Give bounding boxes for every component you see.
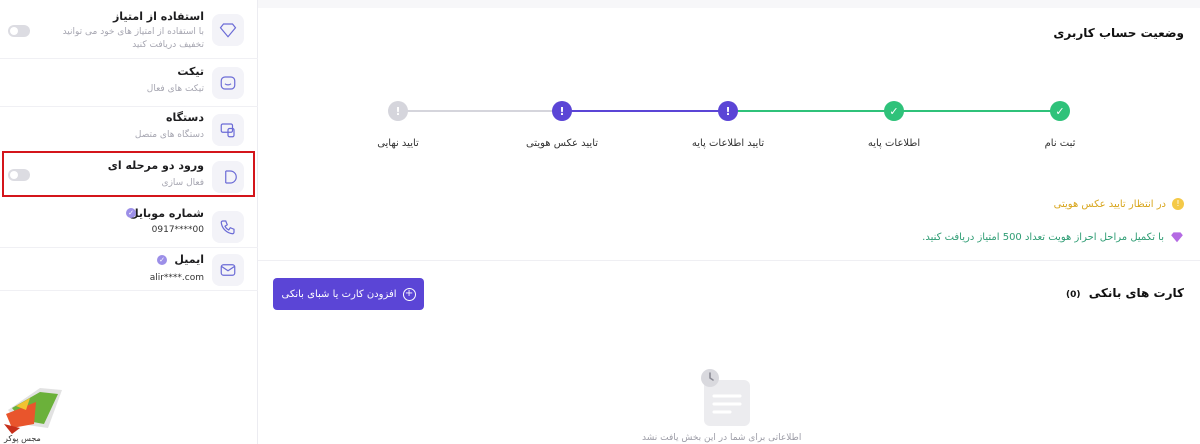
sidebar-item-ticket[interactable]: تیکت تیکت های فعال: [0, 59, 258, 106]
ticket-icon: [212, 67, 244, 99]
step-label: اطلاعات پایه: [867, 138, 921, 149]
pending-note: ! در انتظار تایید عکس هویتی: [1054, 198, 1184, 210]
bank-cards-title-text: کارت های بانکی: [1088, 286, 1184, 300]
sidebar-item-title: استفاده از امتیاز: [112, 10, 204, 23]
gem-icon: [1171, 232, 1183, 243]
account-status-panel: وضعیت حساب کاربری ✓ ✓ ! ! ! ثبت نام اطلا…: [258, 8, 1200, 444]
reward-note: با تکمیل مراحل احراز هویت تعداد 500 امتی…: [922, 230, 1184, 244]
app-root: استفاده از امتیاز با استفاده از امتیاز ه…: [0, 0, 1200, 444]
mobile-value: 0917****00: [151, 225, 204, 235]
warning-icon: !: [1172, 198, 1184, 210]
step-dot-basic-info-approval: !: [718, 101, 738, 121]
sidebar-item-mobile[interactable]: شماره موبایل ✓ 0917****00: [0, 199, 258, 247]
step-dot-id-photo-approval: !: [552, 101, 572, 121]
divider: [0, 290, 258, 291]
empty-state-text: اطلاعاتی برای شما در این بخش یافت نشد: [642, 433, 802, 443]
account-sidebar: استفاده از امتیاز با استفاده از امتیاز ه…: [0, 0, 258, 444]
add-bank-card-button[interactable]: + افزودن کارت یا شبای بانکی: [273, 278, 424, 310]
step-label: تایید نهایی: [377, 138, 419, 149]
step-connector: [564, 110, 734, 112]
step-connector: [400, 110, 564, 112]
page-title: وضعیت حساب کاربری: [1053, 26, 1184, 40]
step-label: ثبت نام: [1044, 138, 1076, 149]
mail-icon: [212, 254, 244, 286]
add-bank-card-label: افزودن کارت یا شبای بانکی: [281, 288, 397, 300]
sidebar-item-title: ایمیل: [174, 253, 204, 266]
step-dot-basic-info: ✓: [884, 101, 904, 121]
sidebar-item-title: تیکت: [177, 65, 204, 78]
bank-cards-count: (0): [1066, 290, 1081, 300]
use-points-toggle[interactable]: [8, 25, 30, 37]
gem-icon: [212, 14, 244, 46]
step-label: تایید عکس هویتی: [525, 138, 599, 149]
sidebar-item-desc: تیکت های فعال: [146, 84, 204, 94]
sidebar-item-email[interactable]: ایمیل ✓ alir****.com: [0, 248, 258, 290]
email-value: alir****.com: [149, 273, 204, 283]
sidebar-item-use-points[interactable]: استفاده از امتیاز با استفاده از امتیاز ه…: [0, 0, 258, 58]
devices-icon: [212, 114, 244, 146]
highlight-box: [2, 151, 255, 197]
sidebar-item-devices[interactable]: دستگاه دستگاه های متصل: [0, 107, 258, 151]
step-dot-final-approval: !: [388, 101, 408, 121]
sidebar-item-title: دستگاه: [166, 111, 204, 124]
verified-badge: ✓: [126, 208, 136, 218]
sidebar-item-desc: با استفاده از امتیاز های خود می توانید: [62, 27, 204, 37]
verified-badge: ✓: [157, 255, 167, 265]
phone-icon: [212, 211, 244, 243]
step-label: تایید اطلاعات پایه: [691, 138, 765, 149]
pending-note-text: در انتظار تایید عکس هویتی: [1053, 198, 1166, 210]
empty-document-icon: [701, 369, 750, 426]
bank-cards-title: کارت های بانکی (0): [1066, 286, 1184, 300]
sidebar-item-desc: تخفیف دریافت کنید: [132, 40, 204, 50]
reward-note-text: با تکمیل مراحل احراز هویت تعداد 500 امتی…: [922, 231, 1164, 243]
step-dot-signup: ✓: [1050, 101, 1070, 121]
plus-circle-icon: +: [402, 287, 416, 301]
brand-logo-text: مجس پوکر: [4, 434, 41, 443]
divider: [258, 260, 1200, 261]
sidebar-item-desc: دستگاه های متصل: [134, 130, 204, 140]
sidebar-item-title: شماره موبایل: [129, 207, 204, 220]
